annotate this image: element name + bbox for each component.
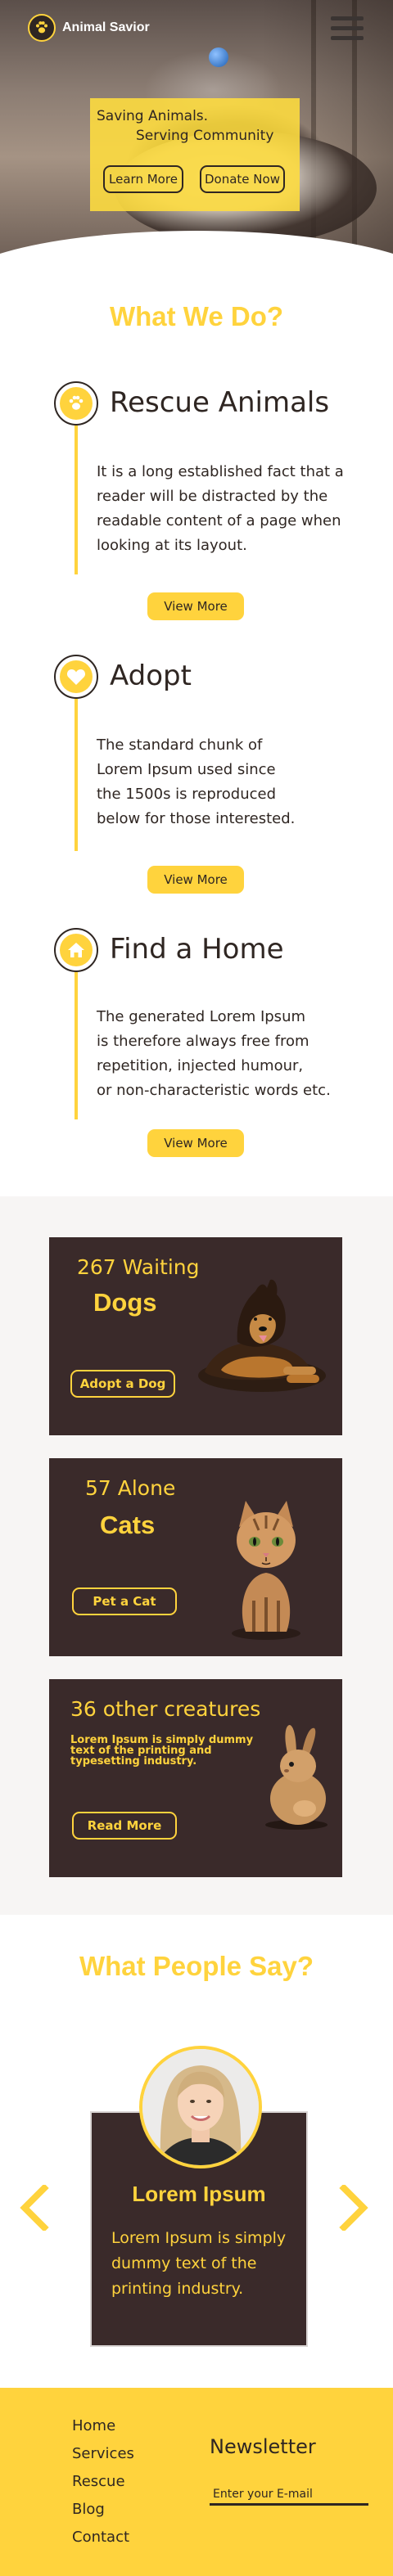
view-more-button[interactable]: View More <box>147 1129 244 1157</box>
dogs-count: 267 Waiting <box>77 1255 200 1279</box>
hamburger-menu-icon[interactable] <box>331 15 364 43</box>
brand-name: Animal Savior <box>62 20 150 34</box>
hero-tagline-1: Saving Animals. <box>97 108 209 124</box>
footer-nav: Home Services Rescue Blog Contact <box>72 2412 134 2551</box>
footer-link-home[interactable]: Home <box>72 2412 134 2440</box>
dogs-title: Dogs <box>93 1288 157 1317</box>
service-timeline-line <box>75 699 78 851</box>
rabbit-image <box>265 1725 328 1830</box>
other-creatures-count: 36 other creatures <box>70 1697 261 1721</box>
chevron-right-icon[interactable] <box>337 2185 370 2231</box>
tabby-kitten-image <box>232 1501 300 1640</box>
footer-link-services[interactable]: Services <box>72 2440 134 2468</box>
chevron-left-icon[interactable] <box>18 2185 51 2231</box>
service-description: The generated Lorem Ipsum is therefore a… <box>97 1008 331 1099</box>
service-description: It is a long established fact that a rea… <box>97 463 344 554</box>
service-timeline-line <box>75 972 78 1119</box>
service-title: Adopt <box>110 660 192 692</box>
other-creatures-description: Lorem Ipsum is simply dummy text of the … <box>70 1734 254 1768</box>
cats-card: 57 Alone Cats Pet a Cat <box>49 1458 342 1656</box>
hero-toy-ball <box>209 47 228 67</box>
pet-a-cat-button[interactable]: Pet a Cat <box>72 1587 177 1615</box>
footer: Home Services Rescue Blog Contact Newsle… <box>0 2388 393 2576</box>
service-title: Find a Home <box>110 933 284 966</box>
brand[interactable]: Animal Savior <box>28 14 150 42</box>
what-people-say-title: What People Say? <box>79 1951 314 1981</box>
avatar <box>139 2046 262 2168</box>
footer-link-rescue[interactable]: Rescue <box>72 2468 134 2496</box>
dogs-card: 267 Waiting Dogs Adopt a Dog <box>49 1237 342 1435</box>
service-rescue-animals: Rescue Animals It is a long established … <box>0 381 393 627</box>
service-timeline-line <box>75 426 78 574</box>
testimonial-text: Lorem Ipsum is simply dummy text of the … <box>111 2229 287 2298</box>
hero-card: Saving Animals. Serving Community Learn … <box>90 98 300 211</box>
adopt-a-dog-button[interactable]: Adopt a Dog <box>70 1370 175 1398</box>
read-more-button[interactable]: Read More <box>72 1812 177 1840</box>
hero-section: Animal Savior Saving Animals. Serving Co… <box>0 0 393 262</box>
donate-now-button[interactable]: Donate Now <box>200 165 285 193</box>
email-field[interactable] <box>210 2484 368 2506</box>
paw-logo-icon <box>28 14 56 42</box>
paw-icon <box>54 381 98 426</box>
service-adopt: Adopt The standard chunk of Lorem Ipsum … <box>0 655 393 900</box>
view-more-button[interactable]: View More <box>147 592 244 620</box>
what-we-do-title: What We Do? <box>109 301 284 331</box>
hero-tagline-2: Serving Community <box>136 128 274 144</box>
service-description: The standard chunk of Lorem Ipsum used s… <box>97 736 296 827</box>
home-icon <box>54 928 98 972</box>
other-creatures-card: 36 other creatures Lorem Ipsum is simply… <box>49 1679 342 1877</box>
german-shepherd-dog-image <box>198 1279 326 1392</box>
service-title: Rescue Animals <box>110 386 330 419</box>
cats-title: Cats <box>100 1511 156 1539</box>
footer-link-blog[interactable]: Blog <box>72 2496 134 2524</box>
heart-icon <box>54 655 98 699</box>
learn-more-button[interactable]: Learn More <box>103 165 183 193</box>
testimonial-name: Lorem Ipsum <box>132 2182 266 2206</box>
view-more-button[interactable]: View More <box>147 866 244 894</box>
service-find-a-home: Find a Home The generated Lorem Ipsum is… <box>0 928 393 1173</box>
newsletter-title: Newsletter <box>210 2435 316 2458</box>
cats-count: 57 Alone <box>85 1476 176 1500</box>
footer-link-contact[interactable]: Contact <box>72 2524 134 2551</box>
